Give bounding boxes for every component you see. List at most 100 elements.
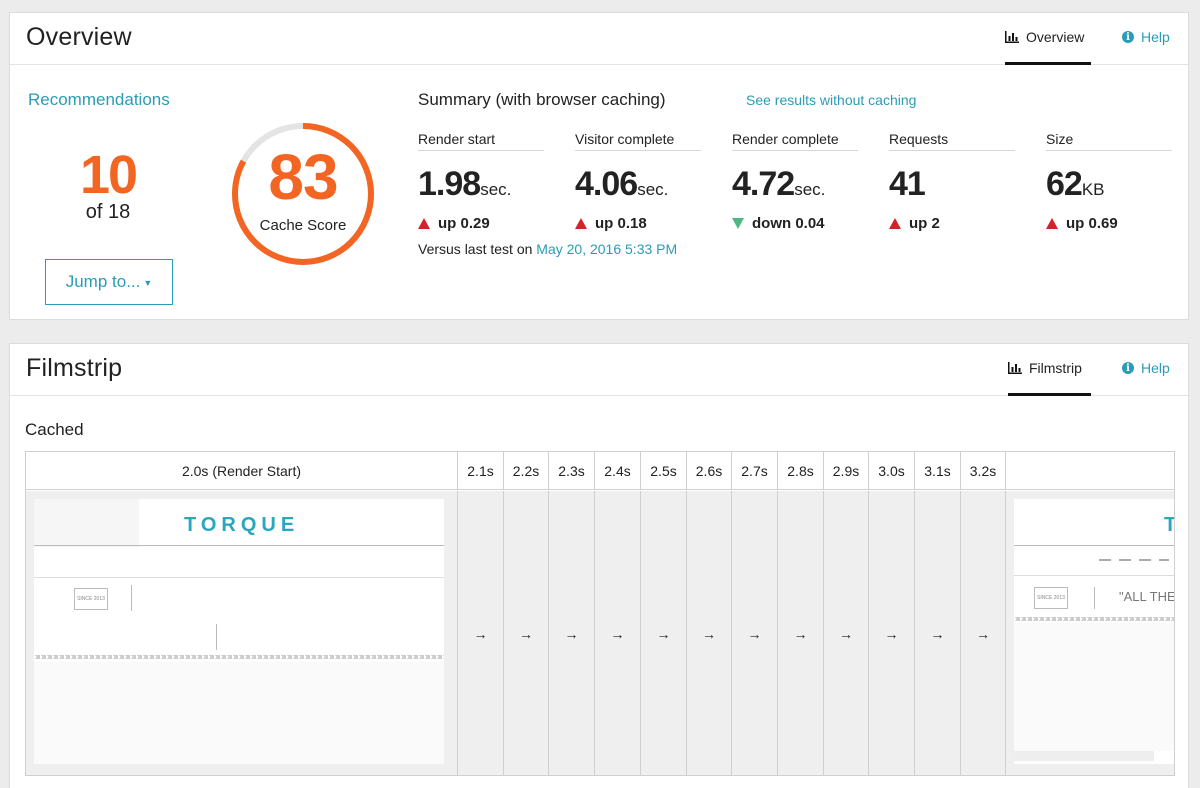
arrow-right-icon: →: [656, 626, 671, 642]
metric-label: Render start: [418, 131, 544, 151]
frame-header: 3.2s: [961, 452, 1006, 490]
metric-render-complete: Render complete 4.72sec. down 0.04: [732, 131, 860, 232]
recommendations-total: of 18: [85, 201, 131, 223]
frame-header: 2.1s: [458, 452, 504, 490]
arrow-up-icon: [889, 218, 901, 229]
arrow-right-icon: →: [564, 626, 579, 642]
arrow-up-icon: [575, 218, 587, 229]
arrow-right-icon: →: [793, 626, 808, 642]
arrow-right-icon: →: [747, 626, 762, 642]
frame-cell[interactable]: →: [595, 491, 641, 775]
frame-header: 3.0s: [869, 452, 915, 490]
metric-unit: sec.: [637, 180, 669, 199]
filmstrip-strip[interactable]: 2.0s (Render Start) TORQUE SINCE 2013 2.…: [25, 451, 1175, 776]
metric-unit: sec.: [480, 180, 512, 199]
arrow-right-icon: →: [519, 626, 533, 642]
thumbnail-logo: TORQUE: [184, 514, 300, 536]
cache-score-value: 83: [268, 141, 338, 213]
metric-label: Size: [1046, 131, 1172, 151]
filmstrip-title: Filmstrip: [26, 354, 123, 382]
frame-thumbnail: TORQUE SINCE 2013: [34, 499, 444, 764]
tab-filmstrip[interactable]: Filmstrip: [1008, 360, 1091, 396]
frame-header: 2.3s: [549, 452, 595, 490]
versus-prefix: Versus last test on: [418, 241, 533, 257]
filmstrip-panel: Filmstrip Filmstrip i Help Cached 2.0s (…: [9, 343, 1189, 788]
frame-cell[interactable]: →: [778, 491, 824, 775]
metric-render-start: Render start 1.98sec. up 0.29: [418, 131, 546, 232]
metric-value: 4.06sec.: [575, 165, 703, 209]
frame-final[interactable]: T SINCE 2013 "ALL THE V: [1006, 491, 1175, 775]
metric-number: 41: [889, 165, 926, 203]
recommendations-count: 10: [79, 145, 138, 205]
thumbnail-badge: SINCE 2013: [1034, 587, 1068, 609]
metric-value: 62KB: [1046, 165, 1174, 209]
metric-value: 4.72sec.: [732, 165, 860, 209]
metric-label: Visitor complete: [575, 131, 701, 151]
arrow-right-icon: →: [473, 626, 488, 642]
metric-label: Render complete: [732, 131, 858, 151]
frame-header-render-start: 2.0s (Render Start): [26, 452, 458, 490]
frame-header: 3.1s: [915, 452, 961, 490]
frame-header-final: [1006, 452, 1174, 490]
cache-score-label: Cache Score: [259, 217, 347, 234]
frame-header: 2.4s: [595, 452, 641, 490]
thumbnail-quote: "ALL THE V: [1119, 589, 1175, 604]
bar-chart-icon: [1008, 362, 1022, 374]
metric-change-text: up 0.69: [1066, 215, 1118, 232]
frame-cell[interactable]: →: [869, 491, 915, 775]
frame-thumbnail: T SINCE 2013 "ALL THE V: [1014, 499, 1175, 764]
help-label: Help: [1141, 29, 1170, 45]
arrow-right-icon: →: [884, 626, 899, 642]
frame-cell[interactable]: →: [915, 491, 961, 775]
arrow-up-icon: [1046, 218, 1058, 229]
frame-cell[interactable]: →: [549, 491, 595, 775]
overview-header: Overview Overview i Help: [10, 13, 1188, 65]
recommendations-title[interactable]: Recommendations: [28, 90, 170, 110]
frame-header: 2.9s: [824, 452, 869, 490]
metric-change: down 0.04: [732, 215, 860, 232]
thumbnail-badge: SINCE 2013: [74, 588, 108, 610]
arrow-down-icon: [732, 218, 744, 229]
metric-visitor-complete: Visitor complete 4.06sec. up 0.18: [575, 131, 703, 232]
jump-to-label: Jump to...: [65, 272, 141, 291]
filmstrip-help-link[interactable]: i Help: [1122, 360, 1170, 376]
frame-cell[interactable]: →: [687, 491, 732, 775]
metric-value: 1.98sec.: [418, 165, 546, 209]
frame-cell[interactable]: →: [641, 491, 687, 775]
jump-to-button[interactable]: Jump to... ▼: [45, 259, 173, 305]
metric-change: up 0.18: [575, 215, 703, 232]
frame-render-start[interactable]: TORQUE SINCE 2013: [26, 491, 458, 775]
tab-overview-label: Overview: [1026, 29, 1085, 45]
metric-change: up 0.69: [1046, 215, 1174, 232]
metric-size: Size 62KB up 0.69: [1046, 131, 1174, 232]
overview-panel: Overview Overview i Help Recommendations…: [9, 12, 1189, 320]
metric-change: up 2: [889, 215, 1017, 232]
metric-number: 4.72: [732, 165, 795, 203]
help-label: Help: [1141, 360, 1170, 376]
metric-change-text: up 2: [909, 215, 940, 232]
frame-cell[interactable]: →: [732, 491, 778, 775]
tab-filmstrip-label: Filmstrip: [1029, 360, 1082, 376]
cache-score-gauge: 83 Cache Score: [228, 119, 378, 269]
metric-change: up 0.29: [418, 215, 546, 232]
frame-cell[interactable]: →: [824, 491, 869, 775]
summary-title: Summary (with browser caching): [418, 90, 666, 109]
metric-number: 4.06: [575, 165, 638, 203]
tab-overview[interactable]: Overview: [1005, 29, 1091, 65]
frame-header: 2.7s: [732, 452, 778, 490]
overview-help-link[interactable]: i Help: [1122, 29, 1170, 45]
thumbnail-logo: T: [1164, 514, 1174, 537]
versus-date-link[interactable]: May 20, 2016 5:33 PM: [536, 241, 677, 257]
arrow-right-icon: →: [702, 626, 716, 642]
filmstrip-header: Filmstrip Filmstrip i Help: [10, 344, 1188, 396]
metric-change-text: down 0.04: [752, 215, 825, 232]
frame-header: 2.6s: [687, 452, 732, 490]
metric-unit: KB: [1081, 180, 1105, 199]
see-results-without-caching-link[interactable]: See results without caching: [746, 92, 916, 108]
info-icon: i: [1122, 31, 1134, 43]
frame-cell[interactable]: →: [458, 491, 504, 775]
arrow-right-icon: →: [610, 626, 625, 642]
frame-cell[interactable]: →: [504, 491, 549, 775]
frame-cell[interactable]: →: [961, 491, 1006, 775]
frame-header: 2.2s: [504, 452, 549, 490]
